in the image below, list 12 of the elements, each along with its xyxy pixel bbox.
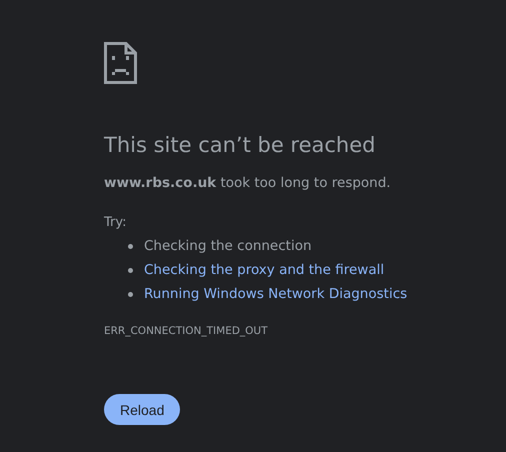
- bullet-icon: [128, 244, 133, 248]
- error-heading: This site can’t be reached: [104, 132, 376, 159]
- bullet-icon: [128, 292, 133, 296]
- sad-page-icon: [104, 42, 137, 84]
- suggestion-link[interactable]: Checking the proxy and the firewall: [144, 262, 384, 278]
- suggestion-text: Checking the connection: [144, 238, 312, 254]
- suggestion-link[interactable]: Running Windows Network Diagnostics: [144, 286, 408, 302]
- bullet-icon: [128, 268, 133, 272]
- try-label: Try:: [104, 214, 128, 232]
- error-code: ERR_CONNECTION_TIMED_OUT: [104, 324, 269, 338]
- reload-button[interactable]: Reload: [104, 394, 180, 425]
- error-message: www.rbs.co.uk took too long to respond.: [104, 174, 392, 193]
